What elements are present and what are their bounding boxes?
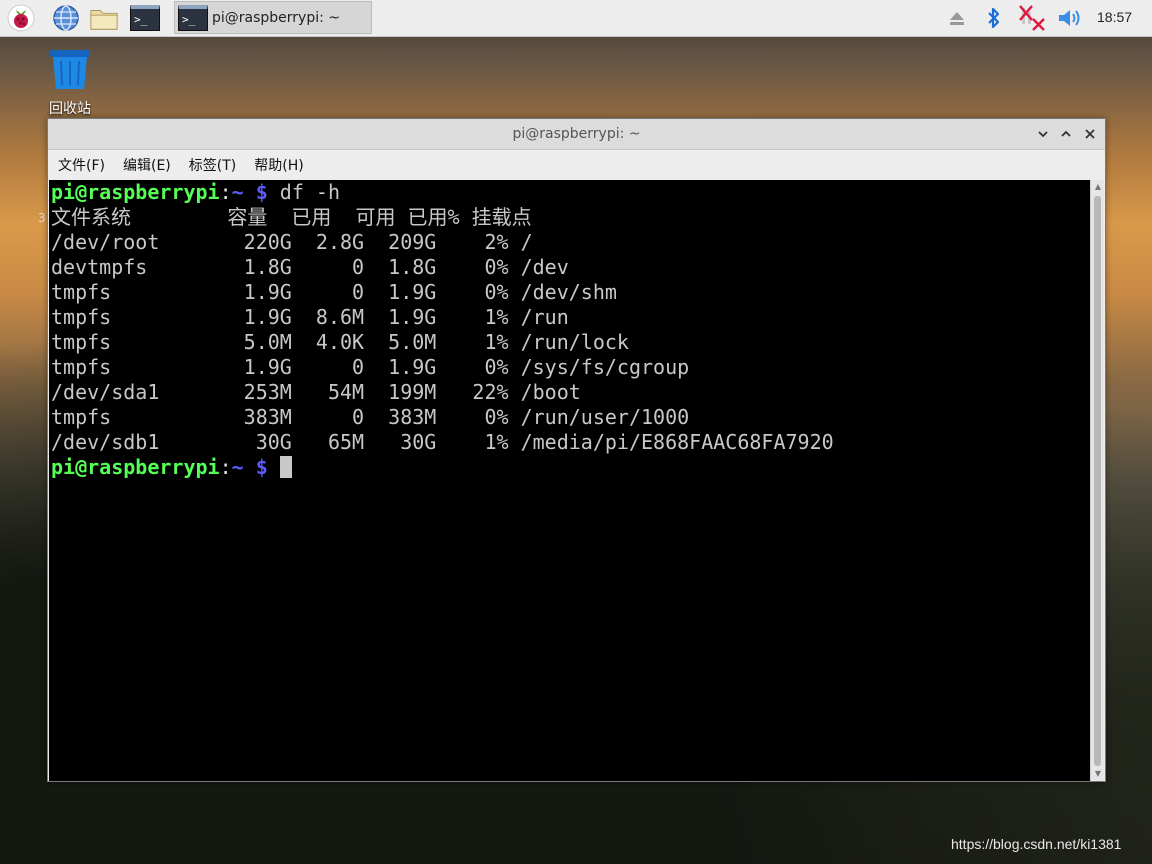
command-text: df -h (267, 180, 340, 204)
chevron-down-icon (1038, 131, 1048, 138)
prompt-path: ~ $ (231, 455, 268, 479)
prompt-path: ~ $ (231, 180, 268, 204)
trash-label: 回收站 (49, 101, 91, 117)
bluetooth-icon[interactable] (980, 3, 1008, 33)
command-line: pi@raspberrypi:~ $ df -h (51, 180, 1091, 205)
output-line: tmpfs 1.9G 0 1.9G 0% /sys/fs/cgroup (51, 355, 690, 379)
output-line: tmpfs 1.9G 0 1.9G 0% /dev/shm (51, 280, 617, 304)
watermark: https://blog.csdn.net/ki1381 (951, 836, 1122, 852)
network-disconnected-icon[interactable] (1018, 3, 1046, 33)
terminal-window: pi@raspberrypi: ~ 文件(F) 编辑(E) 标签(T) 帮助(H… (47, 118, 1106, 782)
prompt-user: pi@raspberrypi (51, 455, 220, 479)
volume-icon[interactable] (1056, 3, 1084, 33)
trash-icon (50, 50, 90, 89)
vertical-scrollbar[interactable]: ▲ ▼ (1090, 180, 1104, 781)
minimize-button[interactable] (1033, 124, 1053, 144)
terminal-icon: >_ (178, 4, 208, 31)
web-browser-icon[interactable] (51, 3, 81, 33)
clock[interactable]: 18:57 (1097, 9, 1132, 25)
output-line: /dev/root 220G 2.8G 209G 2% / (51, 230, 533, 254)
output-line: /dev/sdb1 30G 65M 30G 1% /media/pi/E868F… (51, 430, 834, 454)
output-line: tmpfs 5.0M 4.0K 5.0M 1% /run/lock (51, 330, 629, 354)
prompt-separator: : (219, 455, 232, 479)
eject-icon[interactable] (943, 3, 971, 33)
window-titlebar[interactable]: pi@raspberrypi: ~ (48, 119, 1105, 150)
file-manager-icon[interactable] (89, 3, 119, 33)
scroll-up-arrow-icon[interactable]: ▲ (1093, 182, 1103, 192)
scroll-down-arrow-icon[interactable]: ▼ (1093, 769, 1103, 779)
menu-file[interactable]: 文件(F) (48, 155, 113, 175)
output-line: 文件系统 容量 已用 可用 已用% 挂载点 (51, 205, 532, 229)
taskbar: >_ >_ pi@raspberrypi: ~ 18:57 (0, 0, 1152, 37)
menu-help[interactable]: 帮助(H) (244, 155, 311, 175)
menubar: 文件(F) 编辑(E) 标签(T) 帮助(H) (48, 150, 1105, 179)
prompt-user: pi@raspberrypi (51, 180, 220, 204)
text-cursor (279, 456, 292, 478)
window-title: pi@raspberrypi: ~ (512, 126, 641, 142)
terminal-icon[interactable]: >_ (129, 3, 161, 33)
prompt-separator: : (219, 180, 232, 204)
close-icon (1085, 129, 1095, 139)
raspberry-menu-icon[interactable] (6, 3, 36, 33)
trash-desktop-icon[interactable]: 回收站 (40, 48, 100, 118)
scrollbar-thumb[interactable] (1094, 196, 1101, 766)
stray-text: 3 (38, 211, 46, 225)
output-line: devtmpfs 1.8G 0 1.8G 0% /dev (51, 255, 569, 279)
terminal-output[interactable]: pi@raspberrypi:~ $ df -h 文件系统 容量 已用 可用 已… (49, 180, 1091, 781)
taskbar-window-title: pi@raspberrypi: ~ (212, 9, 341, 26)
chevron-up-icon (1061, 130, 1071, 137)
output-line: /dev/sda1 253M 54M 199M 22% /boot (51, 380, 581, 404)
maximize-button[interactable] (1056, 124, 1076, 144)
output-line: tmpfs 1.9G 8.6M 1.9G 1% /run (51, 305, 569, 329)
active-prompt-line: pi@raspberrypi:~ $ (51, 455, 1091, 480)
output-line: tmpfs 383M 0 383M 0% /run/user/1000 (51, 405, 690, 429)
menu-edit[interactable]: 编辑(E) (113, 155, 179, 175)
menu-tabs[interactable]: 标签(T) (179, 155, 244, 175)
taskbar-window-button[interactable]: >_ pi@raspberrypi: ~ (174, 1, 372, 34)
close-button[interactable] (1080, 124, 1100, 144)
